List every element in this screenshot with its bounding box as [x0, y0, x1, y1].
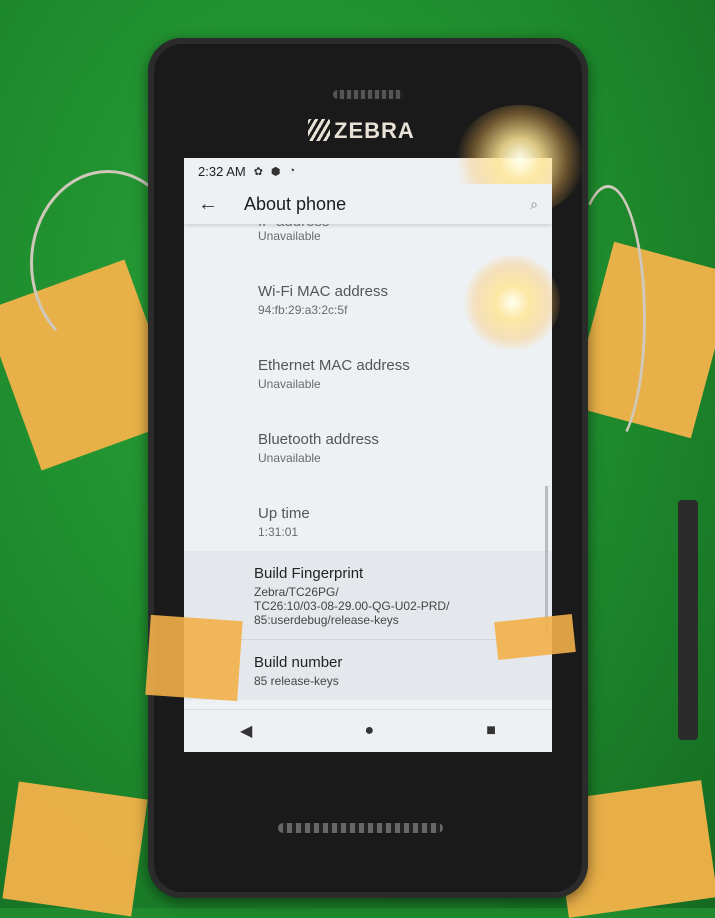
scrollbar[interactable] [545, 486, 548, 636]
navigation-bar: ◀ ● ■ [184, 709, 552, 752]
brand-logo: ZEBRA [308, 118, 415, 144]
earpiece-speaker [333, 90, 403, 99]
bottom-speaker-grille [278, 823, 443, 833]
item-subtitle: 85 release-keys [254, 674, 339, 688]
tape-strip-right [494, 614, 576, 660]
nav-recents-button[interactable]: ■ [486, 722, 496, 740]
arrow-left-icon[interactable]: ← [198, 193, 244, 216]
tape-bottom-left [2, 781, 148, 917]
tape-strip-left [145, 614, 243, 702]
status-time: 2:32 AM [198, 163, 246, 179]
gear-icon: ✿ [253, 165, 263, 178]
wifi-icon: ◔ [288, 165, 296, 177]
item-title: Up time [258, 505, 310, 522]
search-icon[interactable]: ⌕ [530, 196, 538, 213]
item-subtitle: 1:31:01 [258, 525, 299, 539]
item-subtitle: Unavailable [258, 377, 321, 391]
list-item[interactable]: Bluetooth address Unavailable [258, 403, 552, 477]
list-item[interactable]: Up time 1:31:01 [258, 477, 552, 551]
item-subtitle: Unavailable [258, 229, 321, 243]
nav-home-button[interactable]: ● [364, 722, 374, 740]
shield-icon: ⬢ [270, 165, 281, 178]
page-title: About phone [244, 193, 347, 214]
zebra-logo-icon [308, 119, 330, 141]
item-subtitle: Unavailable [258, 451, 321, 465]
cable-connector [678, 500, 698, 740]
item-title: Build Fingerprint [254, 565, 364, 582]
item-title: Bluetooth address [258, 431, 379, 448]
nav-back-button[interactable]: ◀ [240, 721, 252, 741]
app-bar: ← About phone ⌕ [184, 184, 552, 224]
item-title: Ethernet MAC address [258, 357, 410, 374]
light-glare [465, 255, 560, 350]
